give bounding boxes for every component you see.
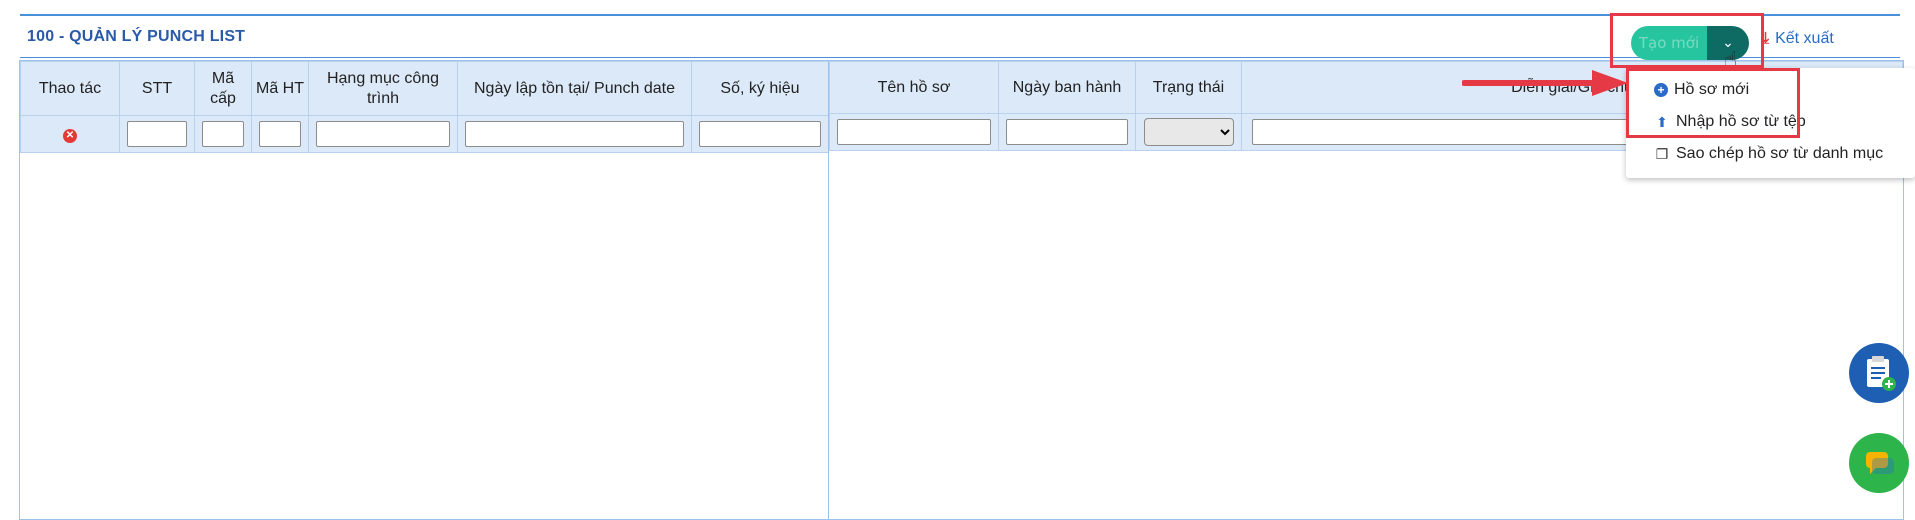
filter-cell-thao-tac: ✕ — [20, 115, 120, 153]
filter-ma-cap-input[interactable] — [202, 121, 244, 147]
col-header-punch-date: Ngày lập tồn tại/ Punch date — [457, 61, 692, 116]
filter-row: ✕ — [20, 115, 829, 153]
filter-hang-muc-input[interactable] — [316, 121, 450, 147]
page-title: 100 - QUẢN LÝ PUNCH LIST — [27, 28, 246, 45]
export-link[interactable]: ⤓ Kết xuất — [1762, 30, 1834, 48]
filter-stt-input[interactable] — [127, 121, 187, 147]
col-header-so-ky-hieu: Số, ký hiệu — [691, 61, 829, 116]
chat-icon — [1866, 452, 1894, 474]
col-header-stt: STT — [119, 61, 195, 116]
filter-so-ky-hieu-input[interactable] — [699, 121, 821, 147]
floating-add-note-button[interactable] — [1849, 343, 1909, 403]
filter-punch-date-input[interactable] — [465, 121, 684, 147]
col-header-ma-cap: Mã cấp — [194, 61, 252, 116]
filter-ngay-ban-hanh-input[interactable] — [1006, 119, 1128, 145]
floating-chat-button[interactable] — [1849, 433, 1909, 493]
annotation-highlight-menu — [1626, 68, 1800, 138]
clear-filter-icon[interactable]: ✕ — [63, 129, 77, 143]
download-icon: ⤓ — [1762, 30, 1770, 47]
col-header-trang-thai: Trạng thái — [1135, 61, 1242, 114]
export-label: Kết xuất — [1775, 30, 1834, 47]
menu-item-copy-from-list[interactable]: ❐ Sao chép hồ sơ từ danh mục — [1626, 138, 1915, 170]
left-table-panel: Thao tác STT Mã cấp Mã HT Hạng mục công … — [19, 60, 830, 520]
col-header-thao-tac: Thao tác — [20, 61, 120, 116]
copy-icon: ❐ — [1655, 145, 1669, 162]
menu-item-label: Sao chép hồ sơ từ danh mục — [1676, 145, 1884, 162]
filter-ten-ho-so-input[interactable] — [837, 119, 991, 145]
clipboard-add-icon — [1867, 356, 1896, 391]
col-header-ten-ho-so: Tên hồ sơ — [829, 61, 999, 114]
left-table: Thao tác STT Mã cấp Mã HT Hạng mục công … — [20, 61, 829, 153]
annotation-arrow-icon — [1462, 70, 1628, 96]
filter-trang-thai-select[interactable] — [1143, 118, 1234, 146]
col-header-ma-ht: Mã HT — [251, 61, 309, 116]
annotation-highlight-button — [1610, 13, 1764, 68]
col-header-hang-muc: Hạng mục công trình — [308, 61, 458, 116]
col-header-ngay-ban-hanh: Ngày ban hành — [998, 61, 1136, 114]
filter-ma-ht-input[interactable] — [259, 121, 301, 147]
